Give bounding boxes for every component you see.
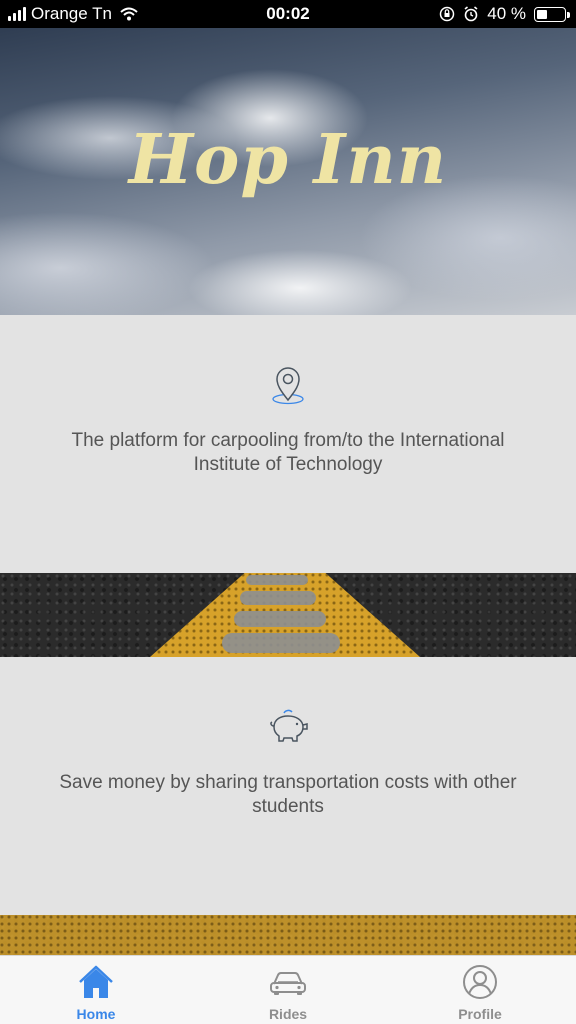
hero-banner: Hop Inn	[0, 28, 576, 315]
feature-card-save-money: Save money by sharing transportation cos…	[0, 657, 576, 915]
battery-percent: 40 %	[487, 4, 526, 23]
feature-text: The platform for carpooling from/to the …	[71, 430, 505, 475]
feature-text: Save money by sharing transportation cos…	[59, 772, 517, 817]
status-bar: Orange Tn 00:02 40 %	[0, 0, 576, 28]
map-pin-icon	[272, 367, 304, 405]
user-icon	[463, 965, 497, 999]
status-right: 40 %	[439, 4, 570, 24]
tab-rides[interactable]: Rides	[192, 956, 384, 1024]
alarm-icon	[464, 6, 478, 22]
feature-card-carpooling: The platform for carpooling from/to the …	[0, 315, 576, 573]
road-image	[0, 573, 576, 657]
rotation-lock-icon	[440, 6, 455, 22]
piggy-bank-icon	[270, 709, 308, 742]
car-icon	[270, 972, 306, 995]
battery-icon	[534, 6, 570, 22]
tab-home[interactable]: Home	[0, 956, 192, 1024]
tab-label: Profile	[458, 1006, 502, 1022]
tab-label: Home	[76, 1006, 116, 1022]
road-image	[0, 915, 576, 955]
app-title: Hop Inn	[128, 120, 448, 200]
tab-label: Rides	[268, 1006, 308, 1022]
tab-profile[interactable]: Profile	[384, 956, 576, 1024]
tab-bar: Home Rides Profile	[0, 955, 576, 1024]
home-icon	[79, 965, 113, 998]
